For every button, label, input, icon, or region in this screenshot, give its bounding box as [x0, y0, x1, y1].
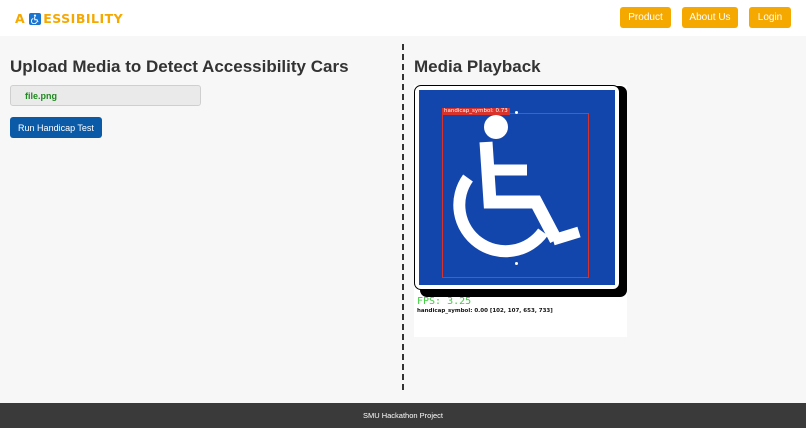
- footer-text: SMU Hackathon Project: [362, 411, 444, 420]
- brand-logo[interactable]: A ESSIBILITY: [15, 11, 123, 26]
- media-player[interactable]: handicap_symbol: 0.73 FPS: 3.25 handicap…: [414, 85, 627, 337]
- nav-login-button[interactable]: Login: [749, 7, 791, 28]
- run-handicap-test-button[interactable]: Run Handicap Test: [10, 117, 102, 138]
- handicap-sign-image: handicap_symbol: 0.73: [414, 85, 620, 290]
- nav-about-us-button[interactable]: About Us: [682, 7, 738, 28]
- nav-product-button[interactable]: Product: [620, 7, 671, 28]
- playback-section-title: Media Playback: [414, 57, 541, 76]
- wheelchair-icon: [29, 12, 42, 25]
- logo-suffix: ESSIBILITY: [43, 11, 124, 26]
- page-footer: SMU Hackathon Project: [0, 403, 806, 428]
- fps-readout: FPS: 3.25: [417, 296, 472, 307]
- logo-prefix: A: [15, 11, 26, 26]
- detection-label: handicap_symbol: 0.73: [442, 108, 510, 115]
- section-divider: [402, 44, 404, 390]
- file-upload-field[interactable]: file.png: [10, 85, 201, 106]
- detection-bounding-box: [442, 113, 589, 278]
- detection-center-dot: [515, 262, 518, 265]
- detection-corner-dot: [515, 111, 518, 114]
- detection-result-text: handicap_symbol: 0.00 [102, 107, 653, 73…: [417, 308, 553, 314]
- top-header: A ESSIBILITY Product About Us Login: [0, 0, 806, 36]
- upload-section-title: Upload Media to Detect Accessibility Car…: [10, 57, 349, 76]
